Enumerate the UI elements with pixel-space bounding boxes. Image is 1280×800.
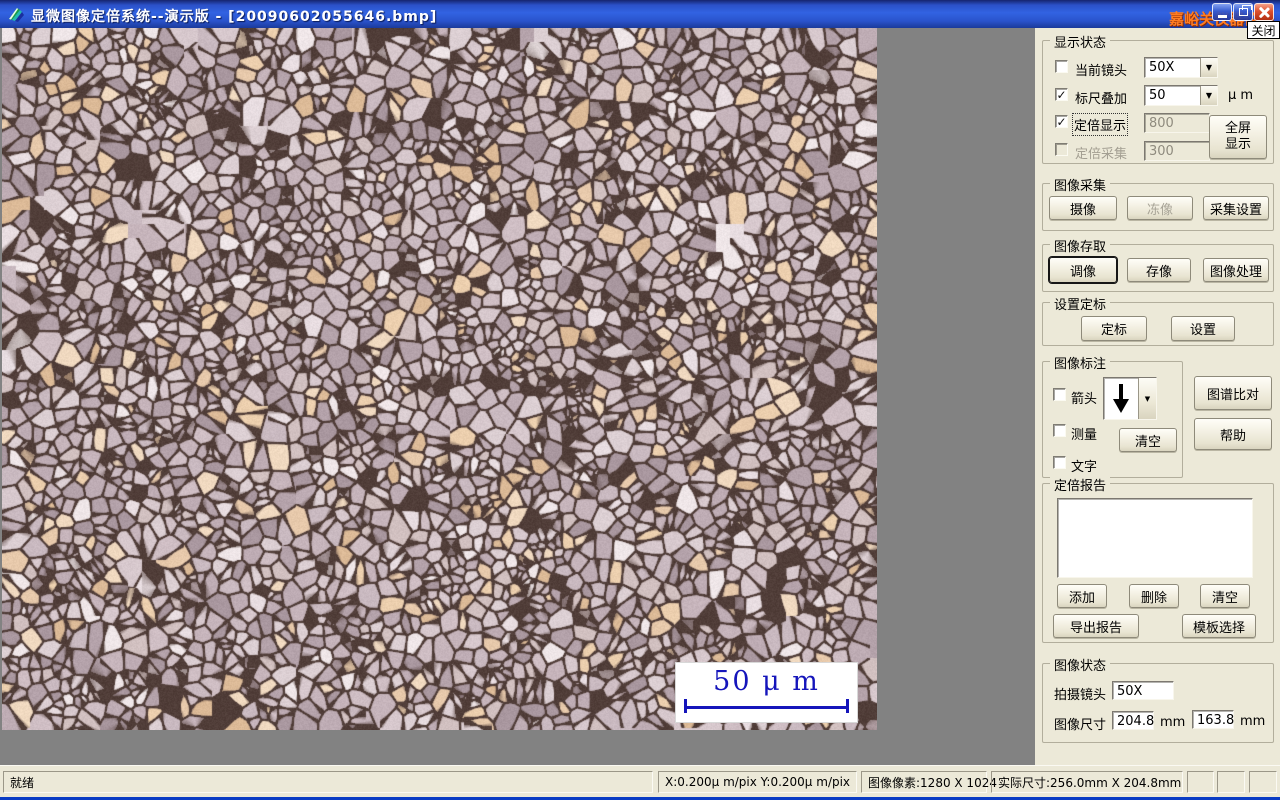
minimize-button[interactable]	[1212, 3, 1232, 21]
report-add-button[interactable]: 添加	[1057, 584, 1107, 608]
freeze-button[interactable]: 冻像	[1127, 196, 1193, 220]
scale-bar-line	[684, 706, 849, 709]
group-report-title: 定倍报告	[1050, 475, 1111, 494]
group-capture: 图像采集 摄像 冻像 采集设置	[1042, 175, 1274, 231]
group-image-status-title: 图像状态	[1050, 655, 1111, 674]
group-capture-title: 图像采集	[1050, 175, 1111, 194]
status-image-pixels: 图像像素:1280 X 1024	[861, 771, 997, 793]
label-shoot-lens: 拍摄镜头	[1054, 688, 1107, 703]
label-unit-mm-h: mm	[1240, 714, 1266, 729]
label-fixed-capture: 定倍采集	[1075, 147, 1128, 162]
chevron-down-icon[interactable]: ▼	[1200, 86, 1217, 105]
load-image-button[interactable]: 调像	[1049, 257, 1117, 283]
checkbox-text[interactable]	[1053, 456, 1066, 469]
checkbox-current-lens[interactable]	[1055, 60, 1068, 73]
status-empty-3	[1249, 771, 1277, 793]
app-icon	[9, 8, 24, 22]
label-image-size: 图像尺寸	[1054, 718, 1107, 733]
atlas-compare-button[interactable]: 图谱比对	[1194, 376, 1272, 410]
close-tooltip: 关闭	[1247, 21, 1280, 39]
status-actual-size: 实际尺寸:256.0mm X 204.8mm	[991, 771, 1183, 793]
group-calibration: 设置定标 定标 设置	[1042, 294, 1274, 346]
capture-settings-button[interactable]: 采集设置	[1203, 196, 1269, 220]
micrograph-canvas[interactable]	[2, 28, 877, 730]
checkbox-fixed-capture[interactable]	[1055, 143, 1068, 156]
group-annotation-title: 图像标注	[1050, 353, 1111, 372]
checkbox-scale-overlay[interactable]: ✓	[1055, 88, 1068, 101]
checkbox-measure[interactable]	[1053, 424, 1066, 437]
group-image-status: 图像状态 拍摄镜头 50X 图像尺寸 204.8 mm 163.8 mm	[1042, 655, 1274, 743]
group-annotation: 图像标注 箭头 ▼ 测量 清空 文字	[1042, 353, 1183, 478]
report-clear-button[interactable]: 清空	[1200, 584, 1250, 608]
restore-icon	[1238, 5, 1252, 16]
clear-annotation-button[interactable]: 清空	[1119, 428, 1177, 452]
label-unit-mm-w: mm	[1160, 715, 1186, 730]
fullscreen-button[interactable]: 全屏显示	[1209, 115, 1267, 159]
title-bar: 显微图像定倍系统--演示版 - [20090602055646.bmp] 嘉峪关…	[0, 0, 1280, 28]
combo-current-lens[interactable]: 50X ▼	[1144, 57, 1218, 78]
group-calibration-title: 设置定标	[1050, 294, 1111, 313]
input-image-width[interactable]: 204.8	[1112, 711, 1154, 730]
help-button[interactable]: 帮助	[1194, 418, 1272, 450]
label-text: 文字	[1071, 460, 1098, 475]
window-title: 显微图像定倍系统--演示版 - [20090602055646.bmp]	[31, 9, 438, 25]
label-measure: 测量	[1071, 428, 1098, 443]
chevron-down-icon[interactable]: ▼	[1200, 58, 1217, 77]
control-panel: 显示状态 当前镜头 50X ▼ ✓ 标尺叠加 50 ▼ μ m ✓ 定倍显示 8…	[1035, 28, 1280, 765]
minimize-icon	[1217, 14, 1227, 18]
save-image-button[interactable]: 存像	[1127, 258, 1191, 282]
input-shoot-lens[interactable]: 50X	[1112, 681, 1174, 700]
report-listbox[interactable]	[1057, 498, 1253, 578]
group-report: 定倍报告 添加 删除 清空 导出报告 模板选择	[1042, 475, 1274, 643]
status-empty-1	[1187, 771, 1214, 793]
status-pixel-scale: X:0.200μ m/pix Y:0.200μ m/pix	[658, 771, 857, 793]
status-empty-2	[1217, 771, 1245, 793]
settings-button[interactable]: 设置	[1171, 316, 1235, 341]
template-select-button[interactable]: 模板选择	[1182, 614, 1256, 638]
group-storage: 图像存取 调像 存像 图像处理	[1042, 236, 1274, 292]
label-fixed-display: 定倍显示	[1071, 113, 1129, 136]
close-button[interactable]	[1254, 3, 1274, 21]
restore-button[interactable]	[1233, 3, 1253, 21]
scale-bar-label: 50 μ m	[713, 666, 820, 697]
status-bar: 就绪 X:0.200μ m/pix Y:0.200μ m/pix 图像像素:12…	[0, 765, 1280, 797]
close-icon	[1258, 6, 1270, 18]
label-arrow: 箭头	[1071, 392, 1098, 407]
image-process-button[interactable]: 图像处理	[1203, 258, 1269, 282]
scale-bar-overlay: 50 μ m	[676, 663, 857, 722]
arrow-style-picker[interactable]: ▼	[1103, 377, 1157, 420]
chevron-down-icon[interactable]: ▼	[1138, 378, 1156, 419]
shoot-button[interactable]: 摄像	[1049, 196, 1117, 220]
input-image-height[interactable]: 163.8	[1192, 710, 1234, 729]
checkbox-fixed-display[interactable]: ✓	[1055, 115, 1068, 128]
input-fixed-display[interactable]: 800	[1144, 113, 1210, 133]
group-display-status: 显示状态 当前镜头 50X ▼ ✓ 标尺叠加 50 ▼ μ m ✓ 定倍显示 8…	[1042, 32, 1274, 164]
label-scale-overlay: 标尺叠加	[1075, 92, 1128, 107]
report-delete-button[interactable]: 删除	[1129, 584, 1179, 608]
arrow-down-icon	[1104, 378, 1138, 419]
client-area: 50 μ m 显示状态 当前镜头 50X ▼ ✓ 标尺叠加 50 ▼ μ m ✓…	[0, 28, 1280, 765]
group-storage-title: 图像存取	[1050, 236, 1111, 255]
group-display-status-title: 显示状态	[1050, 32, 1111, 51]
export-report-button[interactable]: 导出报告	[1053, 614, 1139, 638]
checkbox-arrow[interactable]	[1053, 388, 1066, 401]
label-scale-unit: μ m	[1228, 88, 1254, 103]
calibrate-button[interactable]: 定标	[1081, 316, 1147, 341]
input-fixed-capture[interactable]: 300	[1144, 141, 1210, 161]
label-current-lens: 当前镜头	[1075, 64, 1128, 79]
combo-scale-value[interactable]: 50 ▼	[1144, 85, 1218, 106]
status-ready: 就绪	[3, 771, 653, 793]
app-window: 显微图像定倍系统--演示版 - [20090602055646.bmp] 嘉峪关…	[0, 0, 1280, 800]
